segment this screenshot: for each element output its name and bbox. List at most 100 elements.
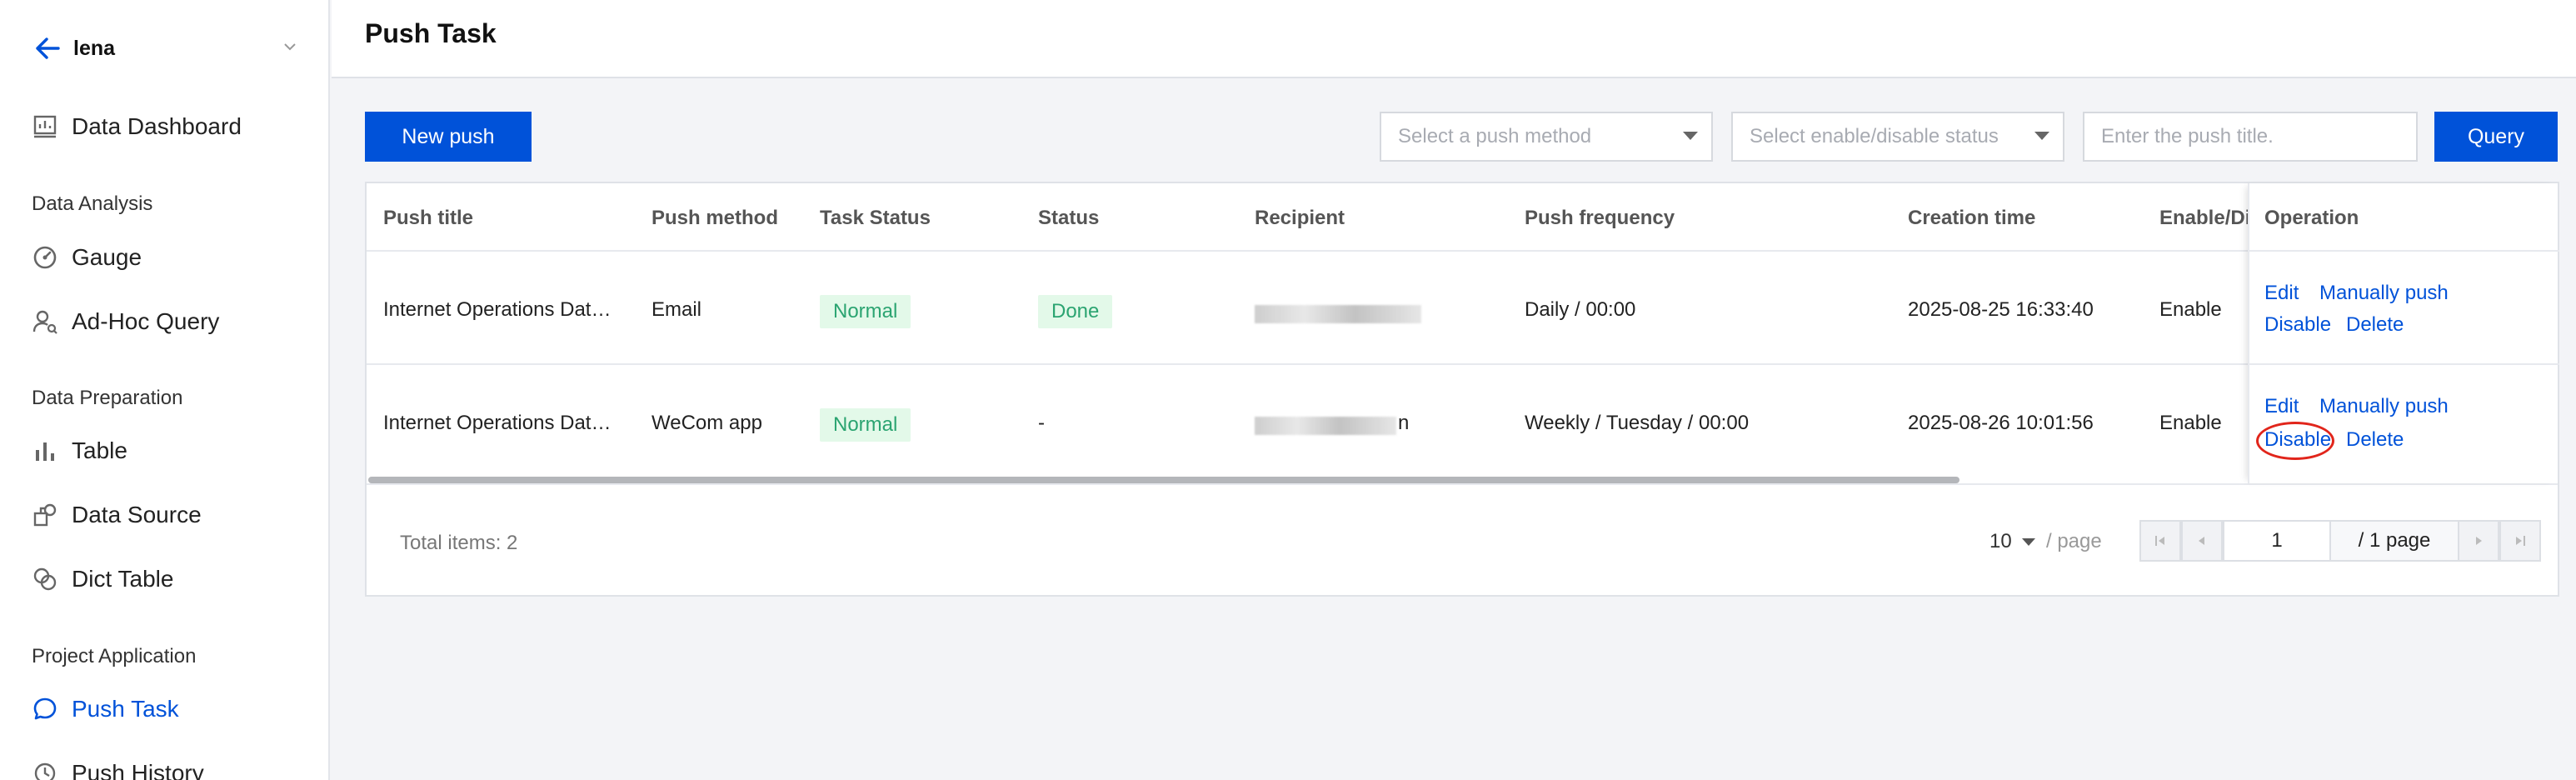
sidebar: lena Data Dashboard Data Analysis Gauge … (0, 0, 330, 780)
operation-column: Operation Edit Manually push Disable Del… (2248, 183, 2559, 483)
column-header: Recipient (1255, 207, 1345, 229)
chevron-down-icon[interactable] (280, 37, 300, 57)
last-page-icon (2516, 536, 2525, 546)
divider (367, 363, 2558, 365)
manually-push-link[interactable]: Manually push (2319, 282, 2449, 305)
sidebar-item-label: Push Task (72, 696, 179, 722)
cell-push-title: Internet Operations Dat… (383, 298, 612, 321)
delete-link[interactable]: Delete (2346, 428, 2404, 452)
disable-link[interactable]: Disable (2264, 313, 2331, 337)
cell-recipient: n (1398, 412, 1410, 434)
back-arrow-icon[interactable] (33, 34, 62, 62)
sidebar-item-push-history[interactable]: Push History (30, 752, 204, 780)
sidebar-item-label: Push History (72, 760, 204, 780)
cell-push-method: WeCom app (651, 412, 762, 434)
page-size-select[interactable]: 10 (1989, 530, 2035, 553)
page-title: Push Task (365, 18, 497, 48)
project-name: lena (73, 36, 116, 60)
sidebar-item-label: Data Source (72, 502, 202, 528)
select-placeholder: Select a push method (1398, 125, 1592, 148)
cell-creation-time: 2025-08-26 10:01:56 (1908, 412, 2094, 434)
page-number-input[interactable]: 1 (2223, 520, 2331, 562)
column-header: Status (1038, 207, 1100, 229)
delete-link[interactable]: Delete (2346, 313, 2404, 337)
column-header: Operation (2264, 207, 2359, 229)
cell-creation-time: 2025-08-25 16:33:40 (1908, 298, 2094, 321)
sidebar-item-label: Dict Table (72, 566, 174, 592)
task-status-badge: Normal (820, 408, 911, 442)
new-push-button[interactable]: New push (365, 112, 532, 162)
manually-push-link[interactable]: Manually push (2319, 395, 2449, 418)
dict-table-icon (30, 564, 60, 594)
history-icon (30, 758, 60, 780)
status-badge: Done (1038, 295, 1113, 328)
sidebar-item-label: Gauge (72, 244, 142, 270)
column-header: Push title (383, 207, 474, 229)
page-size-value: 10 (1989, 530, 2012, 552)
sidebar-item-table[interactable]: Table (30, 430, 127, 472)
column-header: Enable/Dis (2159, 207, 2262, 229)
cell-status: - (1038, 412, 1045, 434)
edit-link[interactable]: Edit (2264, 395, 2299, 418)
sidebar-item-ad-hoc-query[interactable]: Ad-Hoc Query (30, 301, 219, 342)
select-placeholder: Select enable/disable status (1750, 125, 1999, 148)
divider (367, 483, 2558, 485)
query-button[interactable]: Query (2434, 112, 2558, 162)
divider (367, 250, 2558, 252)
edit-link[interactable]: Edit (2264, 282, 2299, 305)
sidebar-item-data-dashboard[interactable]: Data Dashboard (30, 106, 242, 148)
recipient-redacted (1255, 417, 1396, 435)
total-pages: / 1 page (2329, 520, 2459, 562)
prev-page-icon (2199, 537, 2204, 545)
gauge-icon (30, 242, 60, 272)
column-header: Creation time (1908, 207, 2036, 229)
bar-chart-icon (30, 436, 60, 466)
cell-push-title: Internet Operations Dat… (383, 412, 612, 434)
sidebar-item-dict-table[interactable]: Dict Table (30, 558, 173, 600)
prev-page-button[interactable] (2181, 520, 2223, 562)
sidebar-item-data-source[interactable]: Data Source (30, 494, 202, 536)
recipient-redacted (1255, 305, 1421, 323)
nav-group-title: Data Analysis (32, 192, 153, 215)
project-switcher[interactable]: lena (33, 30, 300, 67)
task-status-badge: Normal (820, 295, 911, 328)
sidebar-item-label: Ad-Hoc Query (72, 308, 220, 334)
dashboard-icon (30, 112, 60, 142)
cell-push-method: Email (651, 298, 702, 321)
push-method-select[interactable]: Select a push method (1380, 112, 1713, 162)
next-page-icon (2476, 537, 2482, 545)
divider (2249, 250, 2559, 252)
enable-status-select[interactable]: Select enable/disable status (1731, 112, 2064, 162)
caret-down-icon (2034, 132, 2049, 140)
input-placeholder: Enter the push title. (2101, 125, 2274, 148)
user-query-icon (30, 307, 60, 337)
cell-enable: Enable (2159, 412, 2222, 434)
sidebar-item-label: Table (72, 438, 127, 463)
cell-push-frequency: Daily / 00:00 (1525, 298, 1636, 321)
sidebar-item-gauge[interactable]: Gauge (30, 237, 142, 278)
push-task-table: Push title Push method Task Status Statu… (365, 182, 2559, 597)
caret-down-icon (2021, 538, 2035, 546)
push-title-input[interactable]: Enter the push title. (2083, 112, 2418, 162)
chat-bubble-icon (30, 694, 60, 724)
cell-push-frequency: Weekly / Tuesday / 00:00 (1525, 412, 1750, 434)
caret-down-icon (1683, 132, 1698, 140)
next-page-button[interactable] (2458, 520, 2499, 562)
horizontal-scrollbar[interactable] (368, 477, 1959, 483)
first-page-button[interactable] (2139, 520, 2181, 562)
total-items: Total items: 2 (400, 532, 518, 554)
sidebar-item-label: Data Dashboard (72, 113, 242, 139)
first-page-icon (2155, 536, 2164, 546)
nav-group-title: Project Application (32, 645, 197, 668)
nav-group-title: Data Preparation (32, 387, 183, 409)
highlight-circle (2256, 422, 2334, 460)
per-page-label: / page (2046, 530, 2102, 552)
sidebar-item-push-task[interactable]: Push Task (30, 688, 179, 730)
column-header: Task Status (820, 207, 931, 229)
page-header: Push Task (332, 0, 2576, 78)
divider (2249, 363, 2559, 365)
data-source-icon (30, 500, 60, 530)
cell-enable: Enable (2159, 298, 2222, 321)
last-page-button[interactable] (2499, 520, 2541, 562)
column-header: Push frequency (1525, 207, 1675, 229)
